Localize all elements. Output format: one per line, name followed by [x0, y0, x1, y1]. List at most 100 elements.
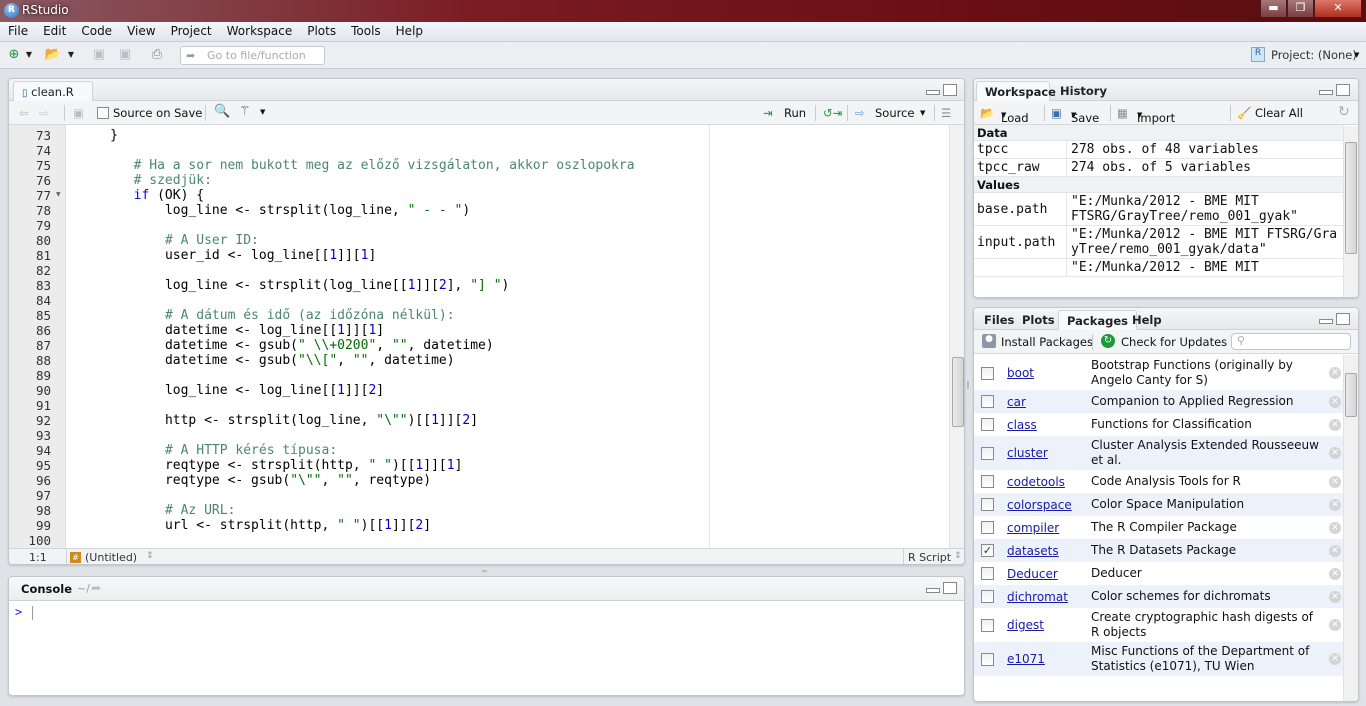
chevron-down-icon[interactable]: ▼: [260, 108, 265, 116]
remove-package-icon[interactable]: ✕: [1329, 498, 1341, 511]
package-name-link[interactable]: codetools: [1007, 475, 1091, 489]
tab-plots[interactable]: Plots: [1014, 310, 1063, 330]
remove-package-icon[interactable]: ✕: [1329, 475, 1341, 488]
package-search-input[interactable]: [1231, 333, 1351, 350]
back-icon[interactable]: ⇦: [19, 106, 29, 120]
clear-all-button[interactable]: Clear All: [1255, 106, 1303, 120]
refresh-icon[interactable]: ↻: [1338, 104, 1350, 120]
code-area[interactable]: } # Ha a sor nem bukott meg az előző vizs…: [66, 125, 949, 548]
file-type-selector[interactable]: R Script: [908, 551, 951, 564]
save-all-icon[interactable]: ▣: [116, 47, 134, 63]
package-name-link[interactable]: cluster: [1007, 446, 1091, 460]
scope-selector[interactable]: (Untitled): [85, 551, 137, 564]
remove-package-icon[interactable]: ✕: [1329, 619, 1341, 631]
outline-icon[interactable]: ☰: [941, 106, 951, 120]
go-to-directory-icon[interactable]: ➦: [91, 581, 101, 595]
menu-plots[interactable]: Plots: [299, 22, 343, 38]
pane-minmax[interactable]: [926, 84, 960, 97]
pane-minmax[interactable]: [1319, 313, 1353, 326]
package-loaded-checkbox[interactable]: [981, 498, 994, 511]
fold-icon[interactable]: ▼: [56, 191, 61, 198]
menu-edit[interactable]: Edit: [35, 22, 73, 38]
package-name-link[interactable]: e1071: [1007, 652, 1091, 666]
menu-code[interactable]: Code: [73, 22, 119, 38]
package-name-link[interactable]: dichromat: [1007, 590, 1091, 604]
source-button[interactable]: Source: [875, 106, 915, 120]
chevron-down-icon[interactable]: ▼: [1354, 51, 1359, 59]
workspace-row[interactable]: "E:/Munka/2012 - BME MIT: [974, 259, 1344, 277]
package-name-link[interactable]: Deducer: [1007, 567, 1091, 581]
package-loaded-checkbox[interactable]: [981, 475, 994, 488]
magic-wand-icon[interactable]: ⚚: [239, 104, 251, 119]
package-name-link[interactable]: digest: [1007, 618, 1091, 632]
splitter-handle[interactable]: ‖: [966, 380, 970, 389]
minimize-pane-icon[interactable]: [926, 90, 940, 95]
remove-package-icon[interactable]: ✕: [1329, 521, 1341, 534]
menu-workspace[interactable]: Workspace: [219, 22, 300, 38]
package-name-link[interactable]: car: [1007, 395, 1091, 409]
pane-minmax[interactable]: [926, 582, 960, 595]
scroll-thumb[interactable]: [1345, 142, 1357, 254]
package-loaded-checkbox[interactable]: [981, 567, 994, 580]
go-to-file-input[interactable]: Go to file/function: [180, 46, 325, 65]
remove-package-icon[interactable]: ✕: [1329, 395, 1341, 408]
scroll-thumb[interactable]: [1345, 373, 1357, 417]
close-button[interactable]: ✕: [1314, 0, 1362, 18]
package-name-link[interactable]: class: [1007, 418, 1091, 432]
new-file-icon[interactable]: ⊕: [5, 47, 23, 63]
menu-file[interactable]: File: [0, 22, 35, 38]
remove-package-icon[interactable]: ✕: [1329, 367, 1341, 379]
save-icon[interactable]: ▣: [90, 47, 108, 63]
restore-button[interactable]: ❐: [1287, 0, 1314, 18]
remove-package-icon[interactable]: ✕: [1329, 653, 1341, 665]
chevron-down-icon[interactable]: ▼: [24, 47, 34, 63]
scroll-thumb[interactable]: [952, 357, 964, 427]
save-icon[interactable]: ▣: [73, 106, 84, 120]
remove-package-icon[interactable]: ✕: [1329, 447, 1341, 459]
remove-package-icon[interactable]: ✕: [1329, 544, 1341, 557]
install-packages-button[interactable]: Install Packages: [1001, 335, 1093, 349]
menu-tools[interactable]: Tools: [343, 22, 388, 38]
tab-workspace[interactable]: Workspace: [976, 81, 1056, 101]
search-icon[interactable]: 🔍: [214, 104, 230, 119]
minimize-button[interactable]: ▬: [1260, 0, 1287, 18]
package-loaded-checkbox[interactable]: [981, 395, 994, 408]
chevron-down-icon[interactable]: ▼: [920, 109, 925, 117]
package-loaded-checkbox[interactable]: [981, 521, 994, 534]
console-input[interactable]: >: [9, 601, 964, 695]
forward-icon[interactable]: ⇨: [39, 106, 49, 120]
workspace-row[interactable]: tpcc_raw 274 obs. of 5 variables: [974, 159, 1344, 177]
package-loaded-checkbox[interactable]: [981, 366, 994, 380]
project-menu[interactable]: Project: (None): [1271, 48, 1357, 62]
print-icon[interactable]: ⎙: [148, 47, 166, 63]
workspace-row[interactable]: base.path "E:/Munka/2012 - BME MIT FTSRG/…: [974, 193, 1344, 226]
chevron-down-icon[interactable]: ▼: [66, 47, 76, 63]
package-loaded-checkbox[interactable]: [981, 652, 994, 666]
remove-package-icon[interactable]: ✕: [1329, 567, 1341, 580]
menu-project[interactable]: Project: [163, 22, 219, 38]
maximize-pane-icon[interactable]: [943, 84, 957, 96]
package-loaded-checkbox[interactable]: [981, 418, 994, 431]
package-loaded-checkbox[interactable]: [981, 590, 994, 603]
check-updates-button[interactable]: Check for Updates: [1121, 335, 1227, 349]
run-button[interactable]: Run: [784, 106, 806, 120]
package-name-link[interactable]: boot: [1007, 366, 1091, 380]
package-loaded-checkbox[interactable]: [981, 618, 994, 632]
splitter-handle[interactable]: ═: [482, 567, 487, 576]
package-name-link[interactable]: colorspace: [1007, 498, 1091, 512]
package-loaded-checkbox[interactable]: ✓: [981, 544, 994, 557]
editor-scrollbar[interactable]: [949, 125, 964, 548]
workspace-scrollbar[interactable]: [1343, 126, 1358, 297]
package-name-link[interactable]: compiler: [1007, 521, 1091, 535]
rerun-icon[interactable]: ↺⇥: [823, 106, 842, 120]
tab-history[interactable]: History: [1052, 81, 1115, 101]
source-on-save-checkbox[interactable]: [97, 107, 109, 119]
tab-help[interactable]: Help: [1124, 310, 1170, 330]
menu-help[interactable]: Help: [388, 22, 430, 38]
packages-scrollbar[interactable]: [1343, 355, 1358, 701]
remove-package-icon[interactable]: ✕: [1329, 590, 1341, 603]
package-name-link[interactable]: datasets: [1007, 544, 1091, 558]
tab-clean-r[interactable]: ▯ clean.R ✖: [13, 81, 93, 113]
package-loaded-checkbox[interactable]: [981, 446, 994, 460]
open-folder-icon[interactable]: 📂: [44, 47, 62, 63]
